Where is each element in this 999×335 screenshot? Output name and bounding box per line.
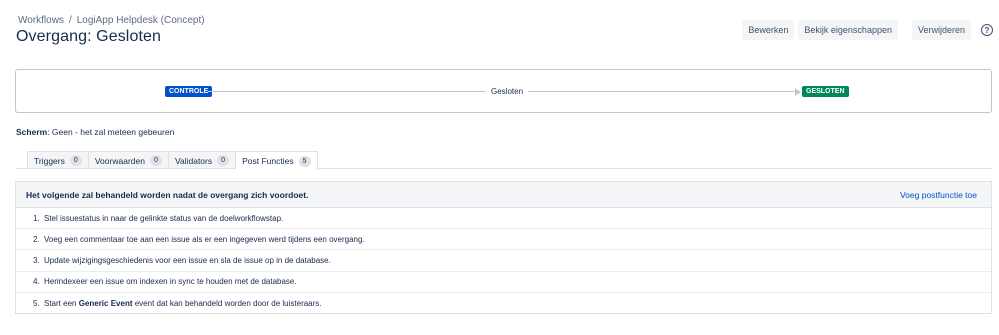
- screen-label: Scherm: [16, 127, 48, 137]
- post-function-row: 5. Start een Generic Event event dat kan…: [16, 293, 991, 314]
- row-text: Voeg een commentaar toe aan een issue al…: [44, 234, 365, 244]
- delete-button[interactable]: Verwijderen: [911, 20, 971, 40]
- panel-header: Het volgende zal behandeld worden nadat …: [16, 182, 991, 208]
- row-number: 4.: [33, 277, 40, 287]
- tab-conditions[interactable]: Voorwaarden 0: [87, 151, 169, 169]
- breadcrumb-workflows-link[interactable]: Workflows: [18, 15, 64, 26]
- edit-button[interactable]: Bewerken: [742, 20, 795, 40]
- help-icon[interactable]: ?: [981, 24, 993, 36]
- count-badge: 0: [217, 155, 230, 166]
- page-title: Overgang: Gesloten: [16, 28, 161, 45]
- arrow-right-icon: [795, 88, 801, 96]
- view-properties-button[interactable]: Bekijk eigenschappen: [798, 20, 898, 40]
- tab-label: Validators: [174, 155, 213, 166]
- row-number: 3.: [33, 255, 40, 265]
- count-badge: 0: [69, 155, 82, 166]
- add-post-function-link[interactable]: Voeg postfunctie toe: [900, 190, 977, 200]
- tab-label: Voorwaarden: [94, 155, 145, 166]
- tab-divider: [16, 168, 992, 169]
- screen-info: Scherm: Geen - het zal meteen gebeuren: [16, 127, 174, 137]
- row-text: Herindexeer een issue om indexen in sync…: [44, 277, 297, 287]
- screen-value: : Geen - het zal meteen gebeuren: [47, 127, 175, 137]
- transition-diagram: CONTROLE Gesloten GESLOTEN: [15, 69, 992, 113]
- tab-triggers[interactable]: Triggers 0: [27, 151, 89, 169]
- row-text-pre: Start een: [44, 298, 79, 308]
- row-number: 2.: [33, 234, 40, 244]
- row-number: 1.: [33, 213, 40, 223]
- to-status-lozenge: GESLOTEN: [802, 86, 849, 97]
- post-function-row: 3. Update wijzigingsgeschiedenis voor ee…: [16, 250, 991, 272]
- tab-post-functions[interactable]: Post Functies 5: [235, 151, 318, 170]
- post-function-row: 4. Herindexeer een issue om indexen in s…: [16, 272, 991, 293]
- post-function-row: 2. Voeg een commentaar toe aan een issue…: [16, 229, 991, 251]
- row-text: Stel issuestatus in naar de gelinkte sta…: [44, 213, 284, 223]
- count-badge: 0: [149, 155, 162, 166]
- from-status-lozenge: CONTROLE: [165, 86, 213, 97]
- post-functions-panel: Het volgende zal behandeld worden nadat …: [15, 181, 992, 314]
- tab-label: Triggers: [34, 155, 65, 166]
- breadcrumb-project-link[interactable]: LogiApp Helpdesk (Concept): [77, 15, 205, 26]
- breadcrumb-separator: /: [68, 15, 72, 26]
- tab-label: Post Functies: [242, 156, 294, 166]
- panel-header-text: Het volgende zal behandeld worden nadat …: [26, 189, 309, 200]
- row-text: Update wijzigingsgeschiedenis voor een i…: [44, 255, 331, 265]
- tab-validators[interactable]: Validators 0: [167, 151, 237, 169]
- post-function-row: 1. Stel issuestatus in naar de gelinkte …: [16, 208, 991, 230]
- transition-label: Gesloten: [486, 85, 529, 98]
- row-number: 5.: [33, 298, 40, 308]
- event-name: Generic Event: [78, 298, 133, 308]
- count-badge: 5: [298, 155, 311, 167]
- row-text-post: event dat kan behandeld worden door de l…: [132, 298, 322, 308]
- tab-bar: Triggers 0 Voorwaarden 0 Validators 0 Po…: [27, 151, 318, 170]
- breadcrumb: Workflows / LogiApp Helpdesk (Concept): [18, 15, 205, 26]
- header-actions: Bewerken Bekijk eigenschappen Verwijdere…: [742, 20, 993, 40]
